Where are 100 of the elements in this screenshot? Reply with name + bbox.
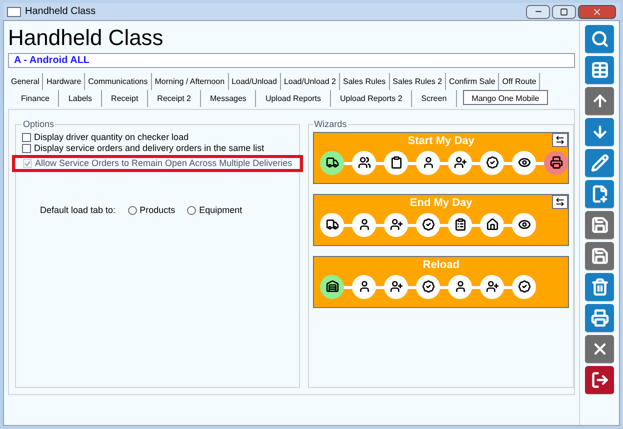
save-icon xyxy=(590,247,608,265)
radio-label: Equipment xyxy=(199,204,242,217)
tab[interactable]: Labels xyxy=(59,90,102,107)
check-icon xyxy=(24,160,31,166)
tab[interactable]: Sales Rules xyxy=(340,73,390,90)
wizard-step[interactable] xyxy=(352,150,376,174)
minimize-button[interactable] xyxy=(526,4,550,18)
search-icon xyxy=(590,30,608,48)
wizard-step[interactable] xyxy=(512,212,536,236)
wizard-step[interactable] xyxy=(448,274,472,298)
badge-check-icon xyxy=(518,280,531,293)
people-icon xyxy=(358,156,371,169)
subtitle-bar: A - Android ALL xyxy=(8,53,575,68)
checkbox[interactable] xyxy=(22,144,31,152)
toolbar-button[interactable] xyxy=(585,149,614,178)
toolbar-button[interactable] xyxy=(585,335,614,364)
maximize-button[interactable] xyxy=(552,4,576,18)
truck-icon xyxy=(326,218,339,231)
wizard-step[interactable] xyxy=(448,212,472,236)
person-add-icon xyxy=(390,280,403,293)
tab[interactable]: Mango One Mobile xyxy=(462,90,548,105)
wizard-step[interactable] xyxy=(320,274,344,298)
house-icon xyxy=(486,218,499,231)
wizard-step[interactable] xyxy=(352,212,376,236)
wizard-step[interactable] xyxy=(416,274,440,298)
radio-button[interactable] xyxy=(187,206,196,215)
toolbar-button[interactable] xyxy=(585,118,614,147)
tab[interactable]: Messages xyxy=(200,90,256,107)
radio-button[interactable] xyxy=(128,206,137,215)
field-label: Default load tab to: xyxy=(40,204,116,216)
reorder-button[interactable] xyxy=(552,194,568,208)
wizard-step[interactable] xyxy=(544,150,568,174)
tab[interactable]: Communications xyxy=(85,73,152,90)
toolbar-button[interactable] xyxy=(585,242,614,271)
wizard-step[interactable] xyxy=(384,212,408,236)
toolbar-button[interactable] xyxy=(585,87,614,116)
tab[interactable]: Receipt xyxy=(102,90,148,107)
wizard-step[interactable] xyxy=(480,150,504,174)
tab[interactable]: Receipt 2 xyxy=(148,90,201,107)
app-logo-icon xyxy=(7,6,21,16)
person-icon xyxy=(358,280,371,293)
tab[interactable]: Sales Rules 2 xyxy=(390,73,446,90)
badge-check-icon xyxy=(422,280,435,293)
tab[interactable]: Upload Reports xyxy=(256,90,332,107)
toolbar-button[interactable] xyxy=(585,211,614,240)
printer-icon xyxy=(550,156,563,169)
tab[interactable]: Finance xyxy=(12,90,60,107)
checkbox-label: Display service orders and delivery orders in the same list xyxy=(34,143,264,153)
page-title: Handheld Class xyxy=(8,25,164,51)
close-button[interactable] xyxy=(578,4,616,18)
reorder-button[interactable] xyxy=(552,132,568,146)
eye-icon xyxy=(518,218,531,231)
down-arrow-icon xyxy=(590,123,608,141)
reorder-icon xyxy=(555,134,566,144)
toolbar-button[interactable] xyxy=(585,180,614,209)
warehouse-icon xyxy=(326,280,339,293)
wizard-title: Start My Day xyxy=(408,134,474,148)
wizard-step[interactable] xyxy=(480,212,504,236)
person-add-icon xyxy=(454,156,467,169)
grid-icon xyxy=(590,61,608,79)
toolbar-button[interactable] xyxy=(585,273,614,302)
tab[interactable]: Hardware xyxy=(43,73,86,90)
wizard-step[interactable] xyxy=(448,150,472,174)
tab[interactable]: Load/Unload 2 xyxy=(280,73,340,90)
tab[interactable]: Screen xyxy=(412,90,457,107)
tab[interactable]: Upload Reports 2 xyxy=(331,90,412,107)
wizard-step[interactable] xyxy=(512,274,536,298)
checkbox-label: Allow Service Orders to Remain Open Across Multiple Deliveries xyxy=(35,158,292,168)
wizard-step[interactable] xyxy=(416,150,440,174)
checkbox-label: Display driver quantity on checker load xyxy=(34,132,189,142)
eye-icon xyxy=(518,156,531,169)
group-title: Wizards xyxy=(313,118,348,131)
wizard-step[interactable] xyxy=(352,274,376,298)
document-add-icon xyxy=(590,185,608,203)
tab[interactable]: Morning / Afternoon xyxy=(152,73,229,90)
wizard-step[interactable] xyxy=(416,212,440,236)
wizard-step[interactable] xyxy=(320,212,344,236)
toolbar-button[interactable] xyxy=(585,25,614,54)
badge-check-icon xyxy=(422,218,435,231)
wizard-step[interactable] xyxy=(384,274,408,298)
toolbar-button[interactable] xyxy=(585,56,614,85)
person-add-icon xyxy=(390,218,403,231)
print-icon xyxy=(590,309,608,327)
tab[interactable]: General xyxy=(8,73,44,90)
close-icon xyxy=(592,6,602,16)
person-icon xyxy=(358,218,371,231)
checkbox[interactable] xyxy=(22,132,31,142)
wizard-step[interactable] xyxy=(512,150,536,174)
wizard-step[interactable] xyxy=(320,150,344,174)
badge-check-icon xyxy=(486,156,499,169)
reorder-icon xyxy=(555,196,566,206)
radio-label: Products xyxy=(140,204,176,216)
wizard-step[interactable] xyxy=(480,274,504,298)
toolbar-button[interactable] xyxy=(585,304,614,333)
toolbar-button[interactable] xyxy=(585,366,614,395)
pencil-icon xyxy=(590,154,608,172)
wizard-step[interactable] xyxy=(384,150,408,174)
trash-icon xyxy=(590,278,608,296)
tab[interactable]: Load/Unload xyxy=(228,73,281,90)
exit-icon xyxy=(590,371,608,389)
